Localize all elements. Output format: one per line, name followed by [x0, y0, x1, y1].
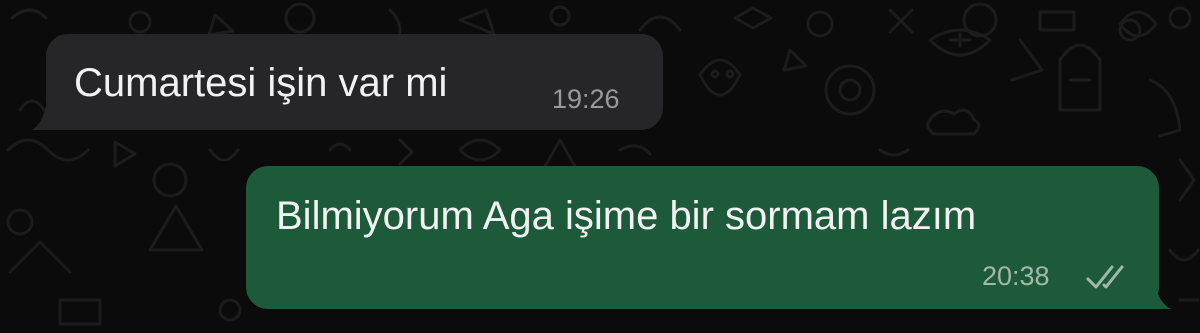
incoming-message-text: Cumartesi işin var mi — [74, 61, 448, 105]
outgoing-message-text: Bilmiyorum Aga işime bir sormam lazım — [276, 194, 977, 238]
incoming-message-bubble[interactable]: Cumartesi işin var mi 19:26 — [32, 34, 663, 130]
double-check-read-icon — [1086, 265, 1124, 289]
outgoing-message-bubble[interactable]: Bilmiyorum Aga işime bir sormam lazım 20… — [246, 166, 1171, 309]
chat-thread: Cumartesi işin var mi 19:26 Bilmiyorum A… — [0, 0, 1200, 333]
incoming-message-timestamp: 19:26 — [552, 84, 620, 114]
incoming-bubble-tail — [32, 96, 68, 130]
outgoing-message-timestamp: 20:38 — [982, 261, 1050, 291]
outgoing-bubble-tail — [1135, 276, 1171, 309]
